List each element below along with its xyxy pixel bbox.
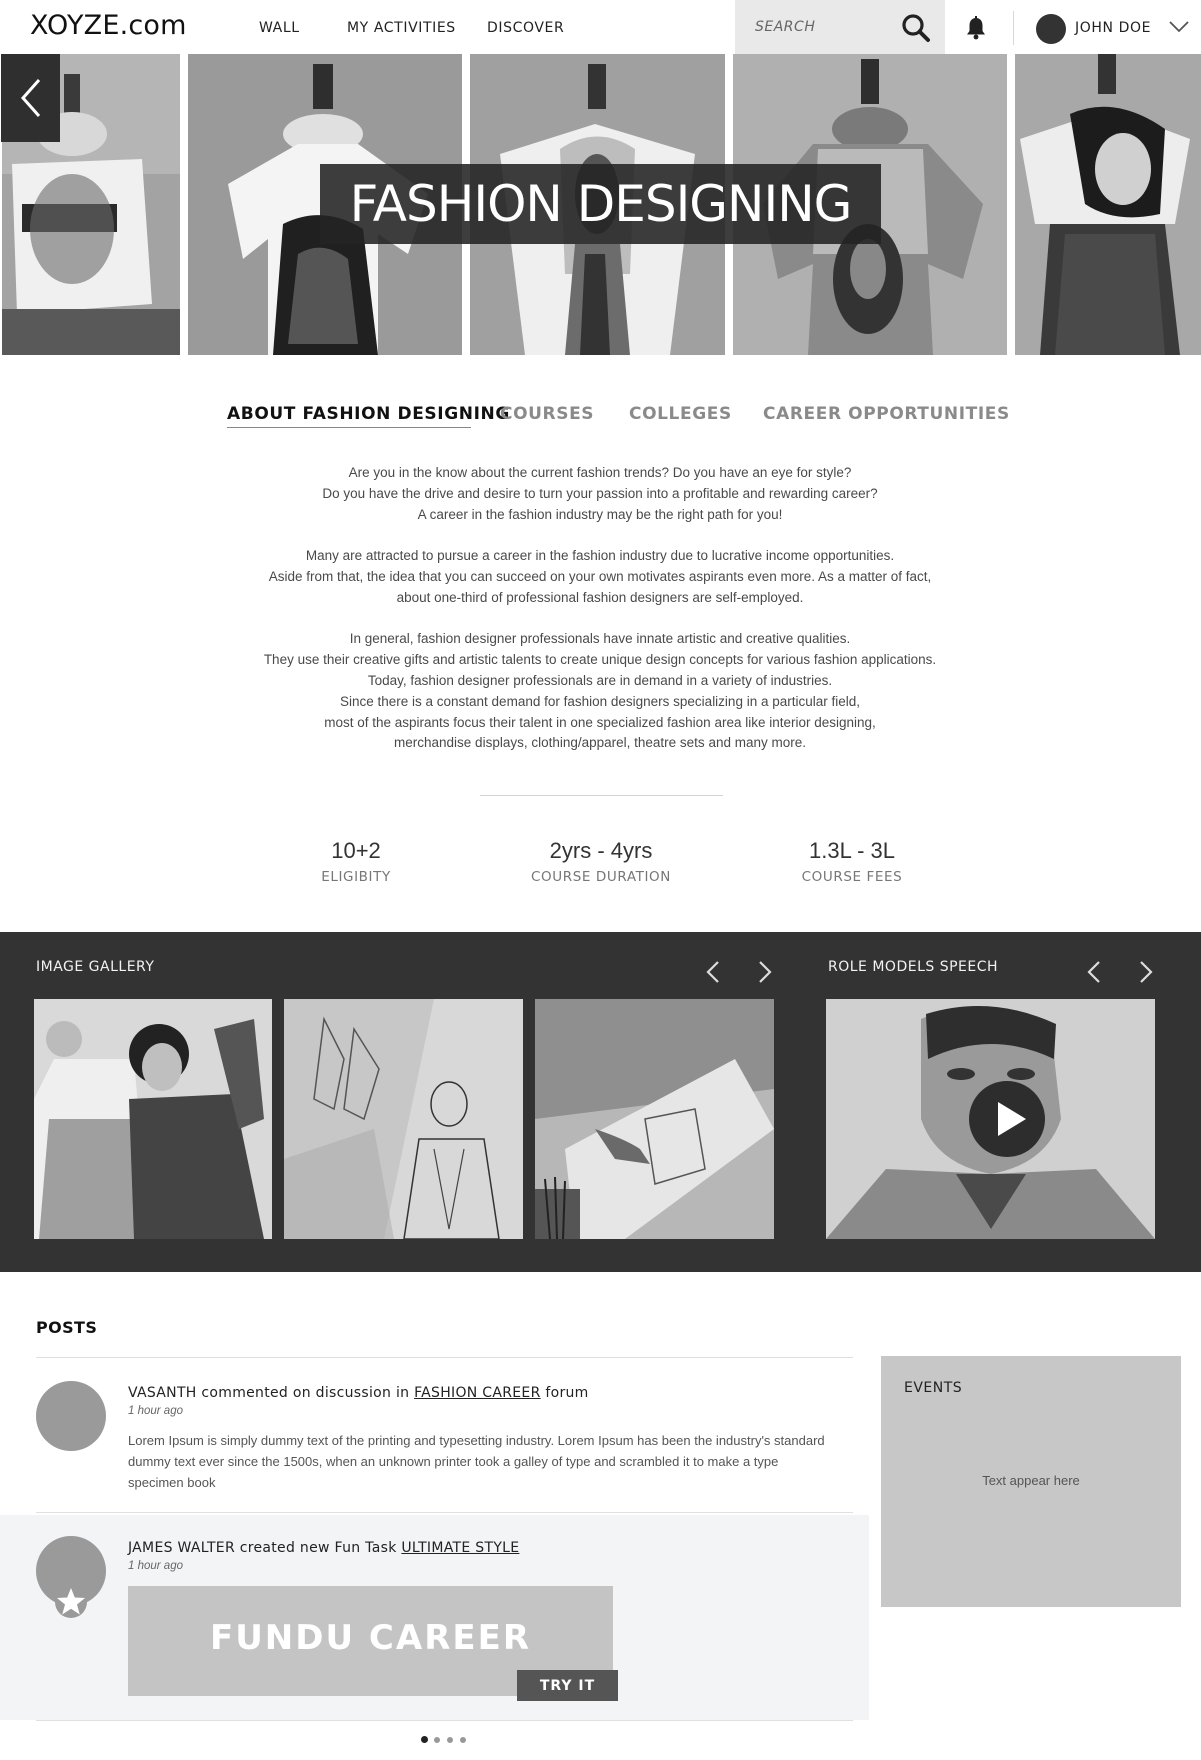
stat-course-duration: 2yrs - 4yrs COURSE DURATION — [481, 838, 721, 885]
post-link[interactable]: FASHION CAREER — [414, 1385, 541, 1401]
stat-value: 1.3L - 3L — [808, 838, 896, 863]
stat-course-fees: 1.3L - 3L COURSE FEES — [732, 838, 972, 885]
user-menu[interactable]: JOHN DOE — [1036, 13, 1196, 44]
avatar — [1036, 14, 1066, 44]
hero-title: FASHION DESIGNING — [349, 175, 853, 233]
post-header: JAMES WALTER created new Fun Task ULTIMA… — [128, 1540, 520, 1556]
tab-career-opportunities[interactable]: CAREER OPPORTUNITIES — [763, 404, 1010, 424]
site-logo[interactable]: XOYZE.com — [30, 10, 187, 41]
search-icon[interactable] — [900, 12, 932, 44]
posts-divider — [36, 1720, 853, 1721]
post-author[interactable]: JAMES WALTER — [128, 1540, 235, 1556]
post-timestamp: 1 hour ago — [128, 1405, 183, 1417]
header-divider — [1013, 11, 1014, 45]
divider — [480, 795, 723, 796]
role-models-title: ROLE MODELS SPEECH — [828, 959, 999, 975]
page-dot-3[interactable] — [447, 1737, 453, 1743]
events-placeholder-text: Text appear here — [982, 1473, 1080, 1488]
tab-colleges[interactable]: COLLEGES — [629, 404, 732, 424]
post-author[interactable]: VASANTH — [128, 1385, 197, 1401]
fun-task-title: FUNDU CAREER — [209, 1618, 532, 1658]
chevron-down-icon[interactable] — [1168, 19, 1190, 35]
post-link[interactable]: ULTIMATE STYLE — [401, 1540, 519, 1556]
gallery-next-arrow-icon[interactable] — [750, 955, 778, 989]
posts-divider — [36, 1357, 853, 1358]
avatar[interactable] — [36, 1381, 106, 1451]
events-panel: EVENTS Text appear here — [881, 1356, 1181, 1607]
notification-bell-icon[interactable] — [963, 15, 989, 41]
post-header: VASANTH commented on discussion in FASHI… — [128, 1385, 589, 1401]
gallery-prev-arrow-icon[interactable] — [700, 955, 728, 989]
nav-discover[interactable]: DISCOVER — [487, 20, 564, 36]
posts-heading: POSTS — [36, 1318, 98, 1337]
stat-label: COURSE DURATION — [531, 869, 671, 885]
posts-divider — [36, 1512, 853, 1513]
events-title: EVENTS — [904, 1380, 963, 1396]
chevron-left-icon — [20, 79, 41, 117]
star-icon — [55, 1586, 87, 1618]
tab-courses[interactable]: COURSES — [500, 404, 594, 424]
user-name: JOHN DOE — [1075, 20, 1152, 36]
hero-prev-button[interactable] — [1, 54, 60, 142]
post-body: Lorem Ipsum is simply dummy text of the … — [128, 1433, 825, 1490]
about-description: Are you in the know about the current fa… — [150, 463, 1050, 775]
nav-wall[interactable]: WALL — [259, 20, 300, 36]
page-dot-1[interactable] — [421, 1736, 428, 1743]
role-models-prev-arrow-icon[interactable] — [1081, 955, 1109, 989]
gallery-image-1[interactable] — [34, 999, 272, 1239]
stat-label: ELIGIBITY — [321, 869, 391, 885]
about-paragraph: In general, fashion designer professiona… — [263, 631, 937, 751]
gallery-image-3[interactable] — [535, 999, 774, 1239]
active-tab-indicator — [227, 427, 471, 428]
about-paragraph: Many are attracted to pursue a career in… — [268, 548, 932, 605]
search-input[interactable] — [755, 16, 895, 38]
stat-label: COURSE FEES — [801, 869, 903, 885]
image-gallery-title: IMAGE GALLERY — [36, 959, 155, 975]
stat-value: 10+2 — [331, 838, 381, 863]
page-dot-4[interactable] — [460, 1737, 466, 1743]
try-it-button[interactable]: TRY IT — [517, 1670, 618, 1701]
role-models-next-arrow-icon[interactable] — [1131, 955, 1159, 989]
pagination-dots — [419, 1736, 469, 1746]
top-header: XOYZE.com WALL MY ACTIVITIES DISCOVER JO… — [0, 0, 1201, 54]
hero-title-overlay: FASHION DESIGNING — [320, 164, 881, 244]
search-box — [735, 0, 945, 54]
post-timestamp: 1 hour ago — [128, 1560, 183, 1572]
tab-about[interactable]: ABOUT FASHION DESIGNING — [227, 404, 510, 424]
stat-eligibility: 10+2 ELIGIBITY — [236, 838, 476, 885]
about-paragraph: Are you in the know about the current fa… — [322, 465, 878, 522]
gallery-image-2[interactable] — [284, 999, 523, 1239]
nav-my-activities[interactable]: MY ACTIVITIES — [347, 20, 456, 36]
page-dot-2[interactable] — [434, 1737, 440, 1743]
hero-banner: FASHION DESIGNING — [0, 54, 1201, 355]
play-icon[interactable] — [968, 1080, 1046, 1158]
stat-value: 2yrs - 4yrs — [549, 838, 653, 863]
hero-image-5 — [1015, 54, 1201, 355]
